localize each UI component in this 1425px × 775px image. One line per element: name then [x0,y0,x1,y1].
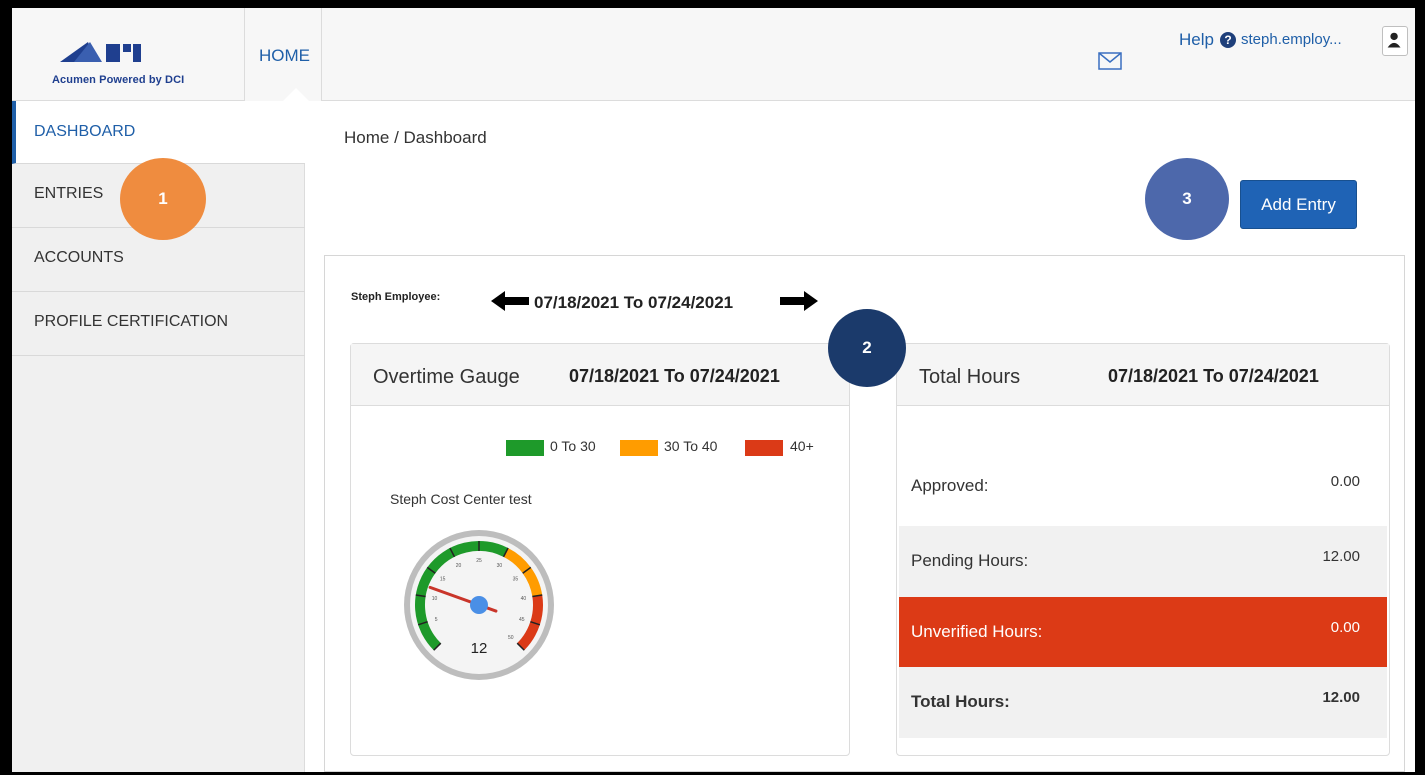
gauge-series-name: Steph Cost Center test [390,491,532,507]
hours-row-value: 12.00 [1322,548,1360,565]
annotation-badge-2: 2 [828,309,906,387]
gauge-tick-label: 25 [476,558,482,564]
user-menu-name[interactable]: steph.employ... [1241,31,1342,48]
hours-row-value: 12.00 [1322,689,1360,706]
gauge-tick-label: 40 [521,596,527,602]
sidebar-item-label: DASHBOARD [34,123,136,140]
help-icon[interactable]: ? [1220,32,1236,48]
legend-swatch-30-40 [620,440,658,456]
sidebar-item-dashboard[interactable]: DASHBOARD [12,101,305,164]
gauge-value-label: 12 [471,640,488,657]
gauge-tick-label: 20 [456,563,462,569]
gauge-tick-label: 10 [432,596,438,602]
arrow-right-icon[interactable] [778,290,820,312]
hours-row-label: Total Hours: [911,692,1010,711]
card-title: Total Hours [919,366,1021,388]
annotation-badge-3: 3 [1145,158,1229,240]
gauge-tick-label: 30 [497,563,503,569]
sidebar-item-label: ACCOUNTS [34,249,124,266]
card-header: Overtime Gauge 07/18/2021 To 07/24/2021 [351,344,849,406]
gauge-tick-label: 5 [435,617,438,623]
legend-swatch-40-plus [745,440,783,456]
sidebar-item-label: ENTRIES [34,185,104,202]
card-date-range: 07/18/2021 To 07/24/2021 [1108,366,1319,386]
hours-row-label: Pending Hours: [911,551,1029,570]
legend-label-40-plus: 40+ [790,438,814,454]
gauge-hub [470,596,488,614]
hours-row-total: Total Hours: 12.00 [899,667,1387,738]
app-window: Acumen Powered by DCI HOME Help ? steph.… [12,8,1415,772]
legend-label-0-30: 0 To 30 [550,438,596,454]
arrow-left-icon[interactable] [489,290,531,312]
hours-row-label: Approved: [911,476,989,495]
employee-name: Steph Employee: [351,291,441,303]
top-header: Acumen Powered by DCI HOME Help ? steph.… [12,8,1415,102]
hours-row-label: Unverified Hours: [911,622,1043,641]
hours-row-value: 0.00 [1330,473,1360,490]
overtime-gauge: 5 10 15 20 25 30 35 40 45 50 12 [404,530,554,680]
gauge-tick-label: 45 [519,617,525,623]
user-icon [1387,32,1401,48]
sidebar-item-label: PROFILE CERTIFICATION [34,313,229,330]
hours-row-pending: Pending Hours: 12.00 [899,526,1387,597]
annotation-badge-1: 1 [120,158,206,240]
gauge-tick-label: 35 [513,577,519,583]
hours-row-value: 0.00 [1330,619,1360,636]
sidebar-item-profile-certification[interactable]: PROFILE CERTIFICATION [12,292,305,356]
legend-label-30-40: 30 To 40 [664,438,718,454]
hours-row-approved: Approved: 0.00 [899,451,1387,522]
card-title: Overtime Gauge [373,366,520,388]
logo-tagline: Acumen Powered by DCI [52,74,185,86]
gauge-tick-label: 50 [508,635,514,641]
active-tab-caret [282,88,310,102]
add-entry-button[interactable]: Add Entry [1240,180,1357,229]
user-menu-button[interactable] [1382,26,1408,56]
breadcrumb: Home / Dashboard [344,128,487,147]
mail-icon[interactable] [1098,52,1122,70]
active-item-caret [303,121,317,157]
week-range: 07/18/2021 To 07/24/2021 [534,293,734,312]
nav-home-label: HOME [259,46,310,65]
help-link[interactable]: Help [1179,30,1214,50]
hours-row-unverified: Unverified Hours: 0.00 [899,597,1387,668]
card-header: Total Hours 07/18/2021 To 07/24/2021 [897,344,1389,406]
card-date-range: 07/18/2021 To 07/24/2021 [569,366,780,386]
gauge-tick-label: 15 [440,577,446,583]
legend-swatch-0-30 [506,440,544,456]
